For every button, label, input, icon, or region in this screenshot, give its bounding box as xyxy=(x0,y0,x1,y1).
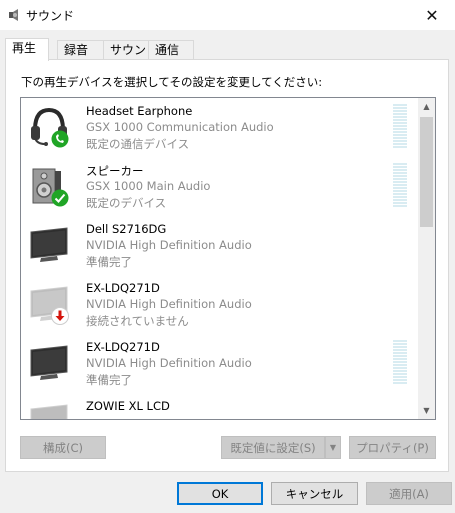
close-button[interactable]: ✕ xyxy=(409,0,455,30)
monitor-icon xyxy=(30,227,68,262)
phone-badge-icon xyxy=(51,130,69,148)
device-name: EX-LDQ271D xyxy=(86,340,160,354)
tab-recording[interactable]: 録音 xyxy=(57,40,104,60)
tab-playback[interactable]: 再生 xyxy=(5,38,49,61)
device-name: EX-LDQ271D xyxy=(86,281,160,295)
cancel-button[interactable]: キャンセル xyxy=(271,482,358,505)
device-item-zowie[interactable]: ZOWIE XL LCD xyxy=(21,393,417,419)
title-bar: サウンド ✕ xyxy=(0,0,455,30)
device-driver: GSX 1000 Main Audio xyxy=(86,179,211,193)
device-driver: NVIDIA High Definition Audio xyxy=(86,238,252,252)
device-list[interactable]: Headset Earphone GSX 1000 Communication … xyxy=(20,97,436,420)
volume-meter xyxy=(393,163,407,207)
device-list-scrollbar[interactable]: ▲ ▼ xyxy=(418,98,435,419)
device-status: 接続されていません xyxy=(86,314,189,328)
device-status: 準備完了 xyxy=(86,373,132,387)
device-name: Dell S2716DG xyxy=(86,222,167,236)
tab-communications[interactable]: 通信 xyxy=(148,40,194,60)
playback-panel: 下の再生デバイスを選択してその設定を変更してください: Headset Earp… xyxy=(5,59,449,472)
device-item-speaker[interactable]: スピーカー GSX 1000 Main Audio 既定のデバイス xyxy=(21,157,417,215)
ok-button[interactable]: OK xyxy=(177,482,263,505)
window-title: サウンド xyxy=(26,9,75,23)
set-default-dropdown-icon[interactable]: ▼ xyxy=(325,436,341,459)
device-item-ex-ldq271d[interactable]: EX-LDQ271D NVIDIA High Definition Audio … xyxy=(21,334,417,392)
volume-meter xyxy=(393,104,407,148)
device-name: スピーカー xyxy=(86,164,144,178)
scroll-down-icon[interactable]: ▼ xyxy=(418,402,435,419)
device-name: Headset Earphone xyxy=(86,104,193,118)
device-driver: NVIDIA High Definition Audio xyxy=(86,297,252,311)
device-driver: NVIDIA High Definition Audio xyxy=(86,356,252,370)
device-status: 既定の通信デバイス xyxy=(86,137,190,151)
scroll-thumb[interactable] xyxy=(420,117,433,227)
monitor-icon xyxy=(30,404,68,419)
set-default-button[interactable]: 既定値に設定(S) xyxy=(221,436,325,459)
check-badge-icon xyxy=(51,189,69,207)
speaker-app-icon xyxy=(9,9,18,21)
monitor-icon xyxy=(30,345,68,380)
device-driver: GSX 1000 Communication Audio xyxy=(86,120,274,134)
instruction-text: 下の再生デバイスを選択してその設定を変更してください: xyxy=(21,75,323,89)
volume-meter xyxy=(393,340,407,384)
configure-button[interactable]: 構成(C) xyxy=(20,436,106,459)
down-arrow-badge-icon xyxy=(51,307,69,325)
device-status: 準備完了 xyxy=(86,255,132,269)
properties-button[interactable]: プロパティ(P) xyxy=(349,436,436,459)
device-item-headset[interactable]: Headset Earphone GSX 1000 Communication … xyxy=(21,98,417,156)
tab-sounds[interactable]: サウンド xyxy=(103,40,149,75)
device-item-ex-ldq271d-disconnected[interactable]: EX-LDQ271D NVIDIA High Definition Audio … xyxy=(21,275,417,333)
device-status: 既定のデバイス xyxy=(86,196,167,210)
apply-button[interactable]: 適用(A) xyxy=(366,482,452,505)
device-name: ZOWIE XL LCD xyxy=(86,399,170,413)
device-item-dell-monitor[interactable]: Dell S2716DG NVIDIA High Definition Audi… xyxy=(21,216,417,274)
scroll-up-icon[interactable]: ▲ xyxy=(418,98,435,115)
